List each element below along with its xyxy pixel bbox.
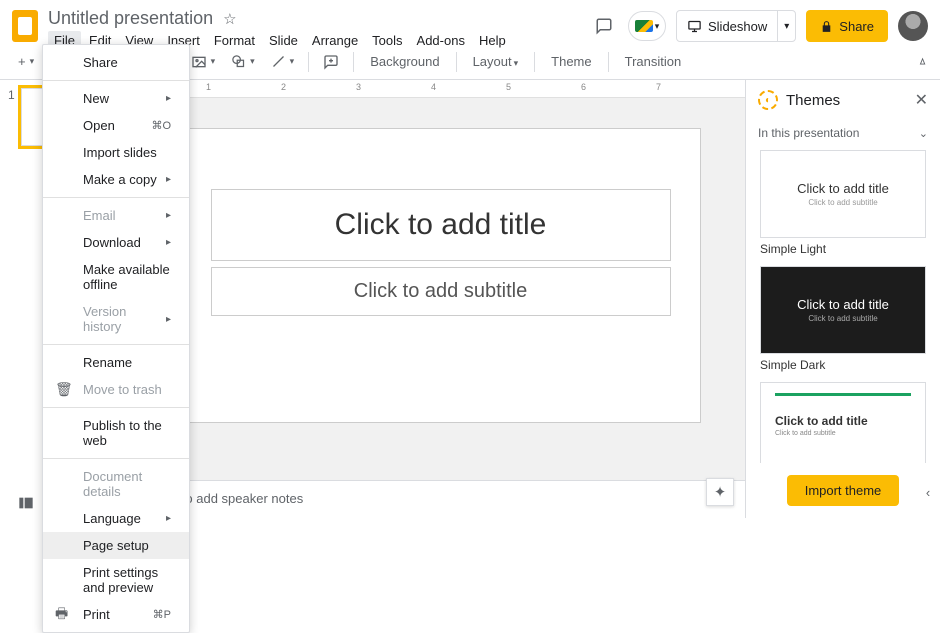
slide-title-placeholder[interactable]: Click to add title xyxy=(211,189,671,261)
slideshow-label: Slideshow xyxy=(708,19,767,34)
document-title[interactable]: Untitled presentation xyxy=(48,8,213,29)
share-label: Share xyxy=(839,19,874,34)
slideshow-caret[interactable]: ▾ xyxy=(777,11,795,41)
menu-print[interactable]: 🖶Print⌘P xyxy=(43,601,189,628)
themes-title: Themes xyxy=(786,92,907,109)
slides-logo[interactable] xyxy=(12,10,38,42)
ruler: 1 2 3 4 5 6 7 xyxy=(136,80,745,98)
themes-section-toggle[interactable]: In this presentation ⌄ xyxy=(746,120,940,146)
slide-number: 1 xyxy=(8,88,15,146)
import-theme-button[interactable]: Import theme xyxy=(787,475,900,506)
lock-icon xyxy=(820,20,833,33)
layout-button[interactable]: Layout▾ xyxy=(465,50,527,73)
menu-open[interactable]: Open⌘O xyxy=(43,112,189,139)
chevron-down-icon: ⌄ xyxy=(919,127,928,140)
menu-make-copy[interactable]: Make a copy▸ xyxy=(43,166,189,193)
comments-icon[interactable] xyxy=(590,12,618,40)
share-button[interactable]: Share xyxy=(806,10,888,42)
themes-icon: ◐ xyxy=(758,90,778,110)
menu-offline[interactable]: Make available offline xyxy=(43,256,189,298)
meet-button[interactable]: ▾ xyxy=(628,11,666,41)
menu-email: Email▸ xyxy=(43,202,189,229)
comment-icon[interactable] xyxy=(317,50,345,74)
slideshow-button[interactable]: Slideshow ▾ xyxy=(676,10,796,42)
collapse-toolbar-icon[interactable]: ㅿ xyxy=(917,53,928,70)
menu-share[interactable]: Share xyxy=(43,49,189,76)
theme-simple-light[interactable]: Click to add title Click to add subtitle… xyxy=(760,150,926,256)
background-button[interactable]: Background xyxy=(362,50,447,73)
menu-language[interactable]: Language▸ xyxy=(43,505,189,532)
themes-panel: ◐ Themes ✕ In this presentation ⌄ Click … xyxy=(745,80,940,518)
star-icon[interactable]: ☆ xyxy=(223,10,236,28)
explore-button[interactable]: ✦ xyxy=(706,478,734,506)
speaker-notes[interactable]: Click to add speaker notes xyxy=(136,480,745,518)
theme-streamline[interactable]: Click to add title Click to add subtitle… xyxy=(760,382,926,463)
new-slide-button[interactable]: +▾ xyxy=(12,50,40,73)
menu-import-slides[interactable]: Import slides xyxy=(43,139,189,166)
image-icon[interactable]: ▾ xyxy=(185,50,222,74)
shape-icon[interactable]: ▾ xyxy=(225,50,261,73)
menu-rename[interactable]: Rename xyxy=(43,349,189,376)
theme-button[interactable]: Theme xyxy=(543,50,599,73)
transition-button[interactable]: Transition xyxy=(617,50,690,73)
trash-icon: 🗑 xyxy=(55,381,73,398)
filmstrip-view-icon[interactable] xyxy=(18,496,34,510)
menu-doc-details: Document details xyxy=(43,463,189,505)
present-icon xyxy=(687,19,702,34)
menu-move-trash: 🗑Move to trash xyxy=(43,376,189,403)
file-menu-dropdown: Share New▸ Open⌘O Import slides Make a c… xyxy=(42,44,190,633)
print-icon: 🖶 xyxy=(55,603,68,627)
menu-download[interactable]: Download▸ xyxy=(43,229,189,256)
collapse-sidebar-icon[interactable]: ‹ xyxy=(918,478,938,506)
menu-print-settings[interactable]: Print settings and preview xyxy=(43,559,189,601)
menu-new[interactable]: New▸ xyxy=(43,85,189,112)
line-icon[interactable]: ▾ xyxy=(265,50,301,73)
meet-icon xyxy=(635,20,653,32)
slide-canvas[interactable]: Click to add title Click to add subtitle xyxy=(181,128,701,423)
avatar[interactable] xyxy=(898,11,928,41)
slide-subtitle-placeholder[interactable]: Click to add subtitle xyxy=(211,267,671,316)
menu-page-setup[interactable]: Page setup xyxy=(43,532,189,559)
menu-version-history: Version history▸ xyxy=(43,298,189,340)
theme-simple-dark[interactable]: Click to add title Click to add subtitle… xyxy=(760,266,926,372)
menu-publish[interactable]: Publish to the web xyxy=(43,412,189,454)
close-icon[interactable]: ✕ xyxy=(915,90,928,110)
